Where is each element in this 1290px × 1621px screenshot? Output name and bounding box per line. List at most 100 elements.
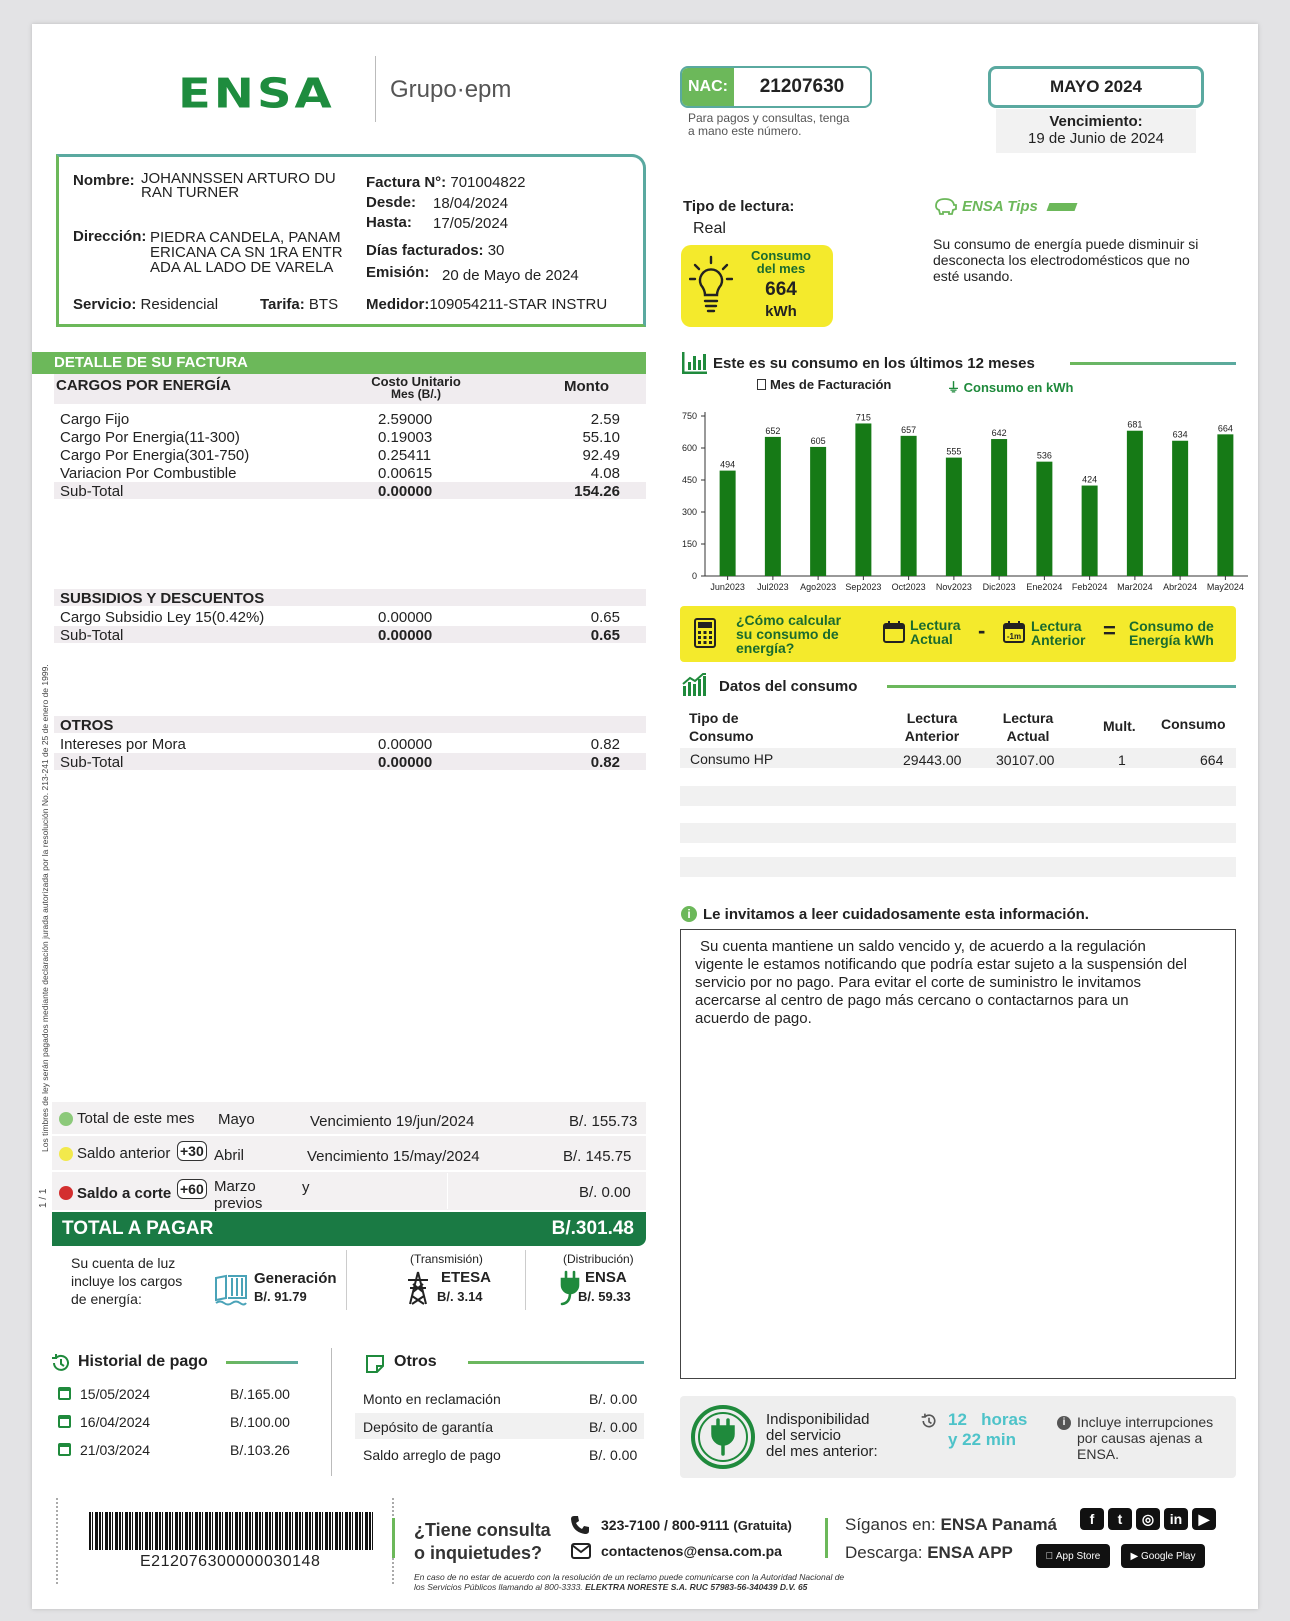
service: Servicio: Residencial	[73, 296, 219, 313]
unavailability-box: Indisponibilidad del servicio del mes ante…	[680, 1396, 1236, 1478]
x-tick-label: Oct2023	[892, 582, 926, 592]
total-month-amount: B/. 155.73	[569, 1113, 638, 1130]
chart-title: Este es su consumo en los últimos 12 mes…	[713, 355, 1035, 372]
distribution-note: (Distribución)	[563, 1252, 634, 1266]
linkedin-icon[interactable]: in	[1164, 1508, 1188, 1530]
y-tick-label: 450	[682, 475, 697, 485]
consumption-unit: kWh	[765, 303, 797, 320]
payment-amount: B/.165.00	[230, 1386, 290, 1402]
reading-type: Real	[693, 220, 726, 237]
unit-cost-header: Costo Unitario Mes (B/.)	[371, 374, 461, 401]
consumption-chart: 0 150 300 450 600 750 494 Jun2023 652 Jul2023 605 A…	[682, 411, 1248, 592]
bar-Feb2024	[1081, 485, 1098, 576]
nac-note: Para pagos y consultas, tenga a mano este…	[688, 111, 850, 138]
y-tick-label: 750	[682, 411, 697, 421]
cutoff-and: y	[302, 1179, 310, 1196]
x-tick-label: Feb2024	[1072, 582, 1108, 592]
others-amount: B/. 0.00	[589, 1447, 638, 1463]
from-date: 18/04/2024	[433, 195, 509, 212]
contact-question: ¿Tiene consulta o inquietudes?	[414, 1520, 551, 1563]
cutoff-months: Marzo previos	[214, 1178, 263, 1212]
tips-text: Su consumo de energía puede disminuir si…	[933, 236, 1199, 284]
consumo-row-value: 664	[1200, 752, 1224, 768]
reading-type-label: Tipo de lectura:	[683, 198, 795, 215]
energy-cell: 2.59	[590, 411, 620, 428]
energy-cell: Variacion Por Combustible	[60, 465, 237, 482]
tips-accent	[1046, 203, 1078, 211]
days-badge-60: +60	[177, 1179, 207, 1199]
logo-divider	[375, 56, 376, 122]
consumption-value: 664	[765, 279, 797, 300]
client-address: PIEDRA CANDELA, PANAM ERICANA CA SN 1RA E…	[150, 229, 343, 276]
contact-email[interactable]: contactenos@ensa.com.pa	[601, 1543, 782, 1559]
bar-Ago2023	[810, 446, 827, 576]
energy-title: CARGOS POR ENERGÍA	[56, 377, 232, 394]
generation-label: Generación	[254, 1270, 337, 1287]
consumo-row-curr: 30107.00	[996, 752, 1055, 768]
x-tick-label: Mar2024	[1117, 582, 1153, 592]
page-number: 1 / 1	[38, 1188, 49, 1208]
clock-history-icon	[921, 1413, 936, 1428]
tips-title: ENSA Tips	[962, 198, 1038, 215]
calendar-check-icon	[58, 1415, 71, 1428]
y-tick-label: 600	[682, 443, 697, 453]
x-tick-label: Nov2023	[936, 582, 972, 592]
x-tick-label: Jul2023	[757, 582, 789, 592]
charges-intro: Su cuenta de luz incluye los cargos de ene…	[71, 1255, 183, 1307]
subsidy-subtotal: Sub-Total 0.00000 0.65	[60, 627, 620, 644]
twitter-icon[interactable]: t	[1108, 1508, 1132, 1530]
y-tick-label: 150	[682, 539, 697, 549]
other-title: OTROS	[60, 717, 114, 734]
address-label: Dirección:	[73, 228, 147, 245]
bar-Ene2024	[1036, 461, 1053, 576]
instagram-icon[interactable]: ◎	[1136, 1508, 1160, 1530]
invoice-number: Factura N°: 701004822	[366, 174, 526, 191]
unavailability-time: 12 horas y 22 min	[948, 1410, 1028, 1449]
x-tick-label: Jun2023	[710, 582, 745, 592]
col-tipo: Tipo de Consumo	[689, 710, 754, 744]
app-store-badge[interactable]:  App Store	[1036, 1544, 1110, 1568]
energy-cell: 55.10	[582, 429, 620, 446]
others-label: Saldo arreglo de pago	[363, 1447, 501, 1463]
distribution-value: B/. 59.33	[578, 1289, 631, 1304]
bar-value-label: 634	[1173, 430, 1188, 440]
meter: Medidor:109054211-STAR INSTRU	[366, 296, 608, 313]
energy-cell: Cargo Por Energia(11-300)	[60, 429, 240, 446]
cutoff-balance-label: Saldo a corte	[77, 1185, 172, 1202]
col-consumo: Consumo	[1161, 716, 1226, 732]
energy-row: Variacion Por Combustible 0.00615 4.08	[60, 465, 620, 483]
barcode-number: E212076300000030148	[140, 1553, 321, 1570]
ensa-logo: ENSA	[178, 70, 335, 118]
document-icon	[757, 379, 766, 390]
consumo-row-prev: 29443.00	[903, 752, 962, 768]
energy-cell: Cargo Fijo	[60, 411, 130, 428]
calendar-icon	[883, 621, 905, 643]
x-tick-label: May2024	[1207, 582, 1244, 592]
bar-value-label: 652	[765, 426, 780, 436]
facebook-icon[interactable]: f	[1080, 1508, 1104, 1530]
total-month-due: Vencimiento 19/jun/2024	[310, 1113, 475, 1130]
bar-value-label: 664	[1218, 423, 1233, 433]
bar-chart-icon	[682, 352, 707, 374]
piggy-bank-icon	[935, 198, 957, 215]
apple-icon: 	[1046, 1551, 1054, 1562]
bar-Jul2023	[764, 436, 781, 576]
google-play-badge[interactable]: ▶ Google Play	[1121, 1544, 1205, 1568]
client-name: JOHANNSSEN ARTURO DU RAN TURNER	[141, 170, 336, 201]
bar-value-label: 657	[901, 425, 916, 435]
previous-balance-label: Saldo anterior	[77, 1145, 171, 1162]
tariff: Tarifa: BTS	[260, 296, 339, 313]
distribution-label: ENSA	[585, 1269, 627, 1286]
total-month-label: Total de este mes	[77, 1110, 195, 1127]
generation-value: B/. 91.79	[254, 1289, 307, 1304]
youtube-icon[interactable]: ▶	[1192, 1508, 1216, 1530]
consumo-row-mult: 1	[1118, 752, 1126, 768]
subsidy-title: SUBSIDIOS Y DESCUENTOS	[60, 590, 265, 607]
bar-Nov2023	[945, 457, 962, 576]
info-title: Le invitamos a leer cuidadosamente esta …	[703, 906, 1089, 923]
x-tick-label: Abr2024	[1163, 582, 1197, 592]
transmission-label: ETESA	[441, 1269, 492, 1286]
bar-Oct2023	[900, 435, 917, 576]
info-small-icon: i	[1057, 1416, 1071, 1430]
bar-value-label: 605	[811, 436, 826, 446]
